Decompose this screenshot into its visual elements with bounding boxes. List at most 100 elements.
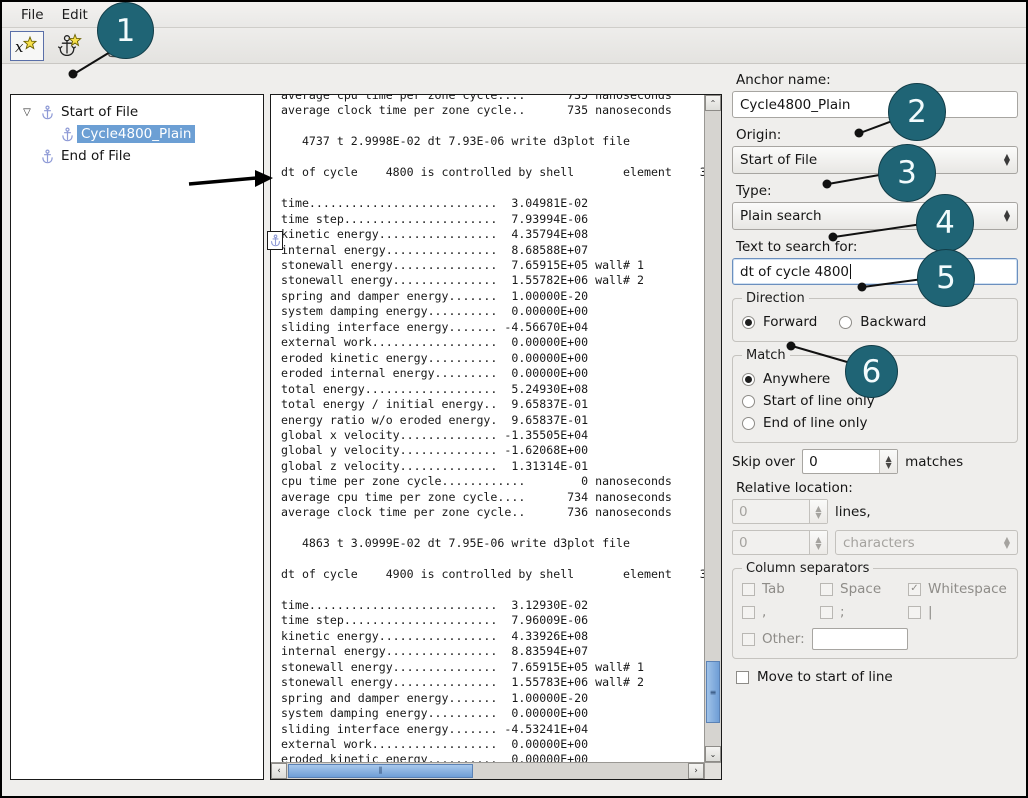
skip-over-stepper[interactable]: 0 ▲ ▼	[802, 449, 899, 474]
log-text-view[interactable]: average cpu time per zone cycle.... 735 …	[270, 94, 722, 780]
scroll-left-button[interactable]: ‹	[271, 763, 287, 779]
type-select[interactable]: Plain search ▲ ▼	[732, 202, 1018, 230]
separator-other-input[interactable]	[811, 628, 908, 650]
relative-characters-stepper[interactable]: 0 ▲ ▼	[732, 530, 828, 555]
skip-over-value: 0	[809, 453, 818, 470]
callout-6: 6	[845, 345, 898, 398]
scroll-down-button[interactable]: ⌄	[705, 746, 721, 762]
anchor-icon	[37, 148, 57, 164]
toolbar: x	[2, 28, 1026, 64]
relative-characters-unit-value: characters	[843, 534, 915, 551]
log-text: average cpu time per zone cycle.... 735 …	[281, 95, 704, 762]
type-label: Type:	[736, 183, 772, 199]
scroll-right-button[interactable]: ›	[688, 763, 704, 779]
separator-whitespace[interactable]: ✓ Whitespace	[908, 581, 1008, 597]
text-horizontal-scrollbar[interactable]: ‹ ⫼ ›	[271, 762, 704, 779]
anchor-name-value: Cycle4800_Plain	[740, 96, 851, 113]
anchor-tree[interactable]: ▽ Start of File Cycle4800_Plain End of F…	[10, 94, 264, 780]
direction-legend: Direction	[746, 291, 805, 306]
checkbox-semicolon[interactable]	[820, 605, 833, 619]
radio-forward[interactable]	[742, 315, 755, 329]
tree-item-start-of-file[interactable]: ▽ Start of File	[11, 101, 263, 123]
origin-select[interactable]: Start of File ▲ ▼	[732, 146, 1018, 174]
separator-tab[interactable]: Tab	[742, 581, 820, 597]
type-value: Plain search	[740, 208, 822, 224]
skip-over-label: Skip over	[732, 453, 796, 470]
relative-lines-value: 0	[739, 503, 748, 520]
relative-characters-value: 0	[739, 534, 748, 551]
separator-other[interactable]: Other:	[742, 628, 1008, 650]
separator-comma-label: ,	[762, 604, 767, 620]
radio-end-of-line-only[interactable]	[742, 416, 755, 430]
inline-anchor-marker[interactable]	[267, 231, 283, 250]
separator-semicolon[interactable]: ;	[820, 604, 908, 620]
checkbox-space[interactable]	[820, 582, 833, 596]
anchor-star-icon	[57, 32, 82, 56]
separator-space[interactable]: Space	[820, 581, 908, 597]
stepper-arrows-icon[interactable]: ▲ ▼	[809, 531, 827, 554]
x-star-icon: x	[15, 35, 38, 56]
chevron-updown-icon: ▲ ▼	[1003, 534, 1010, 550]
text-vertical-scrollbar[interactable]: ⌃ ≡ ⌄	[704, 95, 721, 762]
main-panes: ▽ Start of File Cycle4800_Plain End of F…	[2, 64, 1026, 796]
search-text-input[interactable]: dt of cycle 4800	[732, 258, 1018, 285]
move-to-start-of-line-row[interactable]: Move to start of line	[736, 669, 1018, 685]
checkbox-tab[interactable]	[742, 582, 755, 596]
menu-edit[interactable]: Edit	[53, 4, 97, 26]
horizontal-scroll-thumb[interactable]: ⫼	[288, 764, 473, 778]
new-anchor-button[interactable]	[54, 31, 88, 61]
checkbox-comma[interactable]	[742, 605, 755, 619]
callout-5: 5	[917, 249, 975, 307]
new-anchor-from-expression-button[interactable]: x	[10, 30, 44, 61]
svg-text:x: x	[15, 38, 24, 56]
scrollbar-corner	[704, 762, 721, 779]
vertical-scroll-thumb[interactable]: ≡	[706, 661, 720, 723]
radio-backward[interactable]	[839, 315, 853, 329]
anchor-icon	[57, 126, 77, 142]
menubar: File Edit	[2, 2, 1026, 28]
relative-lines-stepper[interactable]: 0 ▲ ▼	[732, 499, 828, 524]
stepper-arrows-icon[interactable]: ▲ ▼	[809, 500, 827, 523]
separator-space-label: Space	[840, 581, 882, 597]
checkbox-whitespace[interactable]: ✓	[908, 582, 921, 596]
radio-start-of-line-only[interactable]	[742, 394, 755, 408]
relative-location-label: Relative location:	[736, 480, 853, 496]
anchor-icon	[270, 234, 280, 247]
scroll-up-button[interactable]: ⌃	[705, 95, 721, 111]
expand-collapse-icon[interactable]: ▽	[17, 107, 37, 118]
column-separators-legend: Column separators	[746, 561, 870, 576]
checkbox-move-to-start-of-line[interactable]	[736, 670, 749, 684]
separator-comma[interactable]: ,	[742, 604, 820, 620]
separator-whitespace-label: Whitespace	[928, 581, 1007, 597]
text-caret	[850, 264, 851, 279]
tree-item-label: Cycle4800_Plain	[77, 125, 196, 143]
column-separators-group: Column separators Tab Space ✓ Whitespace	[732, 561, 1018, 659]
anchor-properties-form: Anchor name: Cycle4800_Plain Origin: Sta…	[732, 72, 1018, 788]
radio-anywhere[interactable]	[742, 372, 755, 386]
checkbox-pipe[interactable]	[908, 605, 921, 619]
relative-characters-unit-select[interactable]: characters ▲ ▼	[835, 530, 1018, 555]
anchor-name-label: Anchor name:	[736, 72, 831, 88]
relative-lines-suffix: lines,	[835, 503, 871, 520]
radio-backward-label: Backward	[860, 314, 927, 330]
tree-item-label: Start of File	[61, 104, 139, 120]
log-text-content-clip: average cpu time per zone cycle.... 735 …	[271, 95, 704, 762]
anchor-icon	[37, 104, 57, 120]
search-text-label: Text to search for:	[736, 239, 858, 255]
tree-item-end-of-file[interactable]: End of File	[11, 145, 263, 167]
chevron-updown-icon: ▲ ▼	[1003, 152, 1010, 167]
checkbox-other[interactable]	[742, 632, 755, 646]
tree-item-label: End of File	[61, 148, 131, 164]
radio-anywhere-label: Anywhere	[763, 371, 831, 387]
relative-lines-row: 0 ▲ ▼ lines,	[732, 499, 1018, 524]
relative-characters-row: 0 ▲ ▼ characters ▲ ▼	[732, 530, 1018, 555]
separator-pipe[interactable]: |	[908, 604, 1008, 620]
callout-3: 3	[878, 144, 936, 202]
stepper-arrows-icon[interactable]: ▲ ▼	[879, 450, 898, 473]
menu-file[interactable]: File	[12, 4, 53, 26]
callout-4: 4	[916, 194, 974, 252]
separator-tab-label: Tab	[762, 581, 785, 597]
tree-item-cycle4800-plain[interactable]: Cycle4800_Plain	[11, 123, 263, 145]
origin-label: Origin:	[736, 127, 782, 143]
anchor-name-input[interactable]: Cycle4800_Plain	[732, 91, 1018, 118]
